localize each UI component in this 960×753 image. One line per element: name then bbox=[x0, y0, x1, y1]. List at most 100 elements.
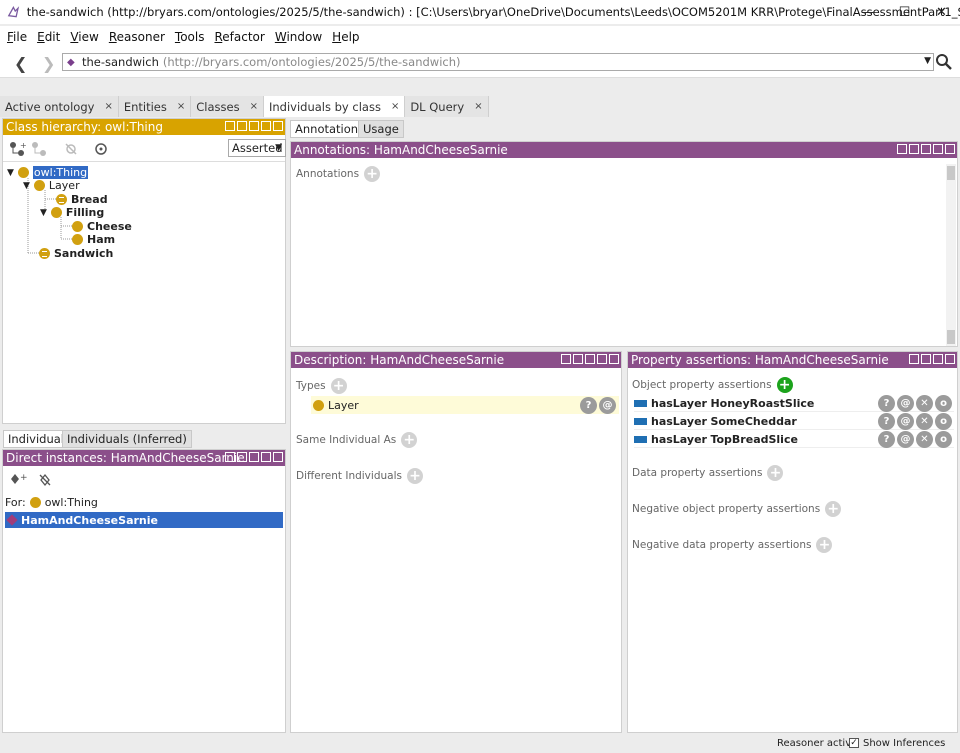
minimize-icon[interactable] bbox=[249, 452, 259, 462]
pin-icon[interactable] bbox=[909, 354, 919, 364]
minimize-button[interactable]: — bbox=[849, 0, 886, 24]
table-row[interactable]: hasLayer TopBreadSlice ? @ ✕ o bbox=[634, 431, 954, 448]
close-icon[interactable]: × bbox=[177, 101, 185, 112]
explain-icon[interactable]: ? bbox=[580, 397, 597, 414]
explain-icon[interactable]: ? bbox=[878, 395, 895, 412]
tree-node-layer[interactable]: ▼ Layer bbox=[23, 179, 80, 192]
close-icon[interactable]: × bbox=[250, 101, 258, 112]
scrollbar[interactable] bbox=[946, 164, 956, 346]
menu-help[interactable]: Help bbox=[327, 30, 364, 44]
svg-text:+: + bbox=[20, 473, 28, 483]
menu-reasoner[interactable]: Reasoner bbox=[104, 30, 170, 44]
add-sibling-icon[interactable] bbox=[31, 141, 49, 157]
add-annotation-icon[interactable]: + bbox=[364, 166, 381, 182]
maximize-icon[interactable] bbox=[597, 354, 607, 364]
table-row[interactable]: hasLayer SomeCheddar ? @ ✕ o bbox=[634, 413, 954, 430]
add-negative-data-property-icon[interactable]: + bbox=[816, 537, 833, 553]
add-subclass-icon[interactable]: + bbox=[9, 141, 27, 157]
add-type-icon[interactable]: + bbox=[330, 378, 347, 394]
delete-icon[interactable]: ✕ bbox=[916, 431, 933, 448]
minimize-icon[interactable] bbox=[921, 144, 931, 154]
close-icon[interactable] bbox=[945, 144, 955, 154]
add-data-property-icon[interactable]: + bbox=[767, 465, 784, 481]
add-object-property-icon[interactable]: + bbox=[776, 377, 793, 393]
show-inferences-checkbox[interactable]: ✓ bbox=[849, 738, 859, 748]
search-icon[interactable] bbox=[935, 53, 953, 71]
help-icon[interactable] bbox=[561, 354, 571, 364]
maximize-icon[interactable] bbox=[261, 121, 271, 131]
add-different-individual-icon[interactable]: + bbox=[406, 468, 423, 484]
back-arrow-icon[interactable]: ❮ bbox=[14, 54, 27, 73]
tab-individuals-by-class[interactable]: Individuals by class × bbox=[263, 96, 406, 117]
edit-icon[interactable]: o bbox=[935, 395, 952, 412]
menu-file[interactable]: File bbox=[2, 30, 32, 44]
explain-icon[interactable]: ? bbox=[878, 413, 895, 430]
close-icon[interactable] bbox=[273, 452, 283, 462]
close-icon[interactable]: × bbox=[391, 101, 399, 112]
close-icon[interactable] bbox=[609, 354, 619, 364]
add-individual-icon[interactable]: + bbox=[9, 472, 29, 488]
maximize-icon[interactable] bbox=[933, 354, 943, 364]
edit-icon[interactable]: o bbox=[935, 431, 952, 448]
tab-dl-query[interactable]: DL Query × bbox=[405, 96, 489, 117]
tab-classes[interactable]: Classes × bbox=[191, 96, 264, 117]
annotate-icon[interactable]: @ bbox=[897, 413, 914, 430]
tab-entities[interactable]: Entities × bbox=[118, 96, 192, 117]
dropdown-arrow-icon[interactable]: ▼ bbox=[924, 56, 931, 66]
menu-window[interactable]: Window bbox=[270, 30, 327, 44]
annotate-icon[interactable]: @ bbox=[897, 431, 914, 448]
minimize-icon[interactable] bbox=[249, 121, 259, 131]
tab-active-ontology[interactable]: Active ontology × bbox=[0, 96, 119, 117]
ontology-address-combo[interactable]: ◆ the-sandwich (http://bryars.com/ontolo… bbox=[62, 53, 934, 71]
tree-node-ham[interactable]: Ham bbox=[72, 233, 115, 246]
forward-arrow-icon[interactable]: ❯ bbox=[42, 54, 55, 73]
tree-node-bread[interactable]: Bread bbox=[56, 193, 108, 206]
list-item[interactable]: HamAndCheeseSarnie bbox=[5, 512, 283, 528]
tab-usage[interactable]: Usage bbox=[358, 120, 404, 138]
maximize-button[interactable]: ☐ bbox=[886, 0, 923, 24]
delete-icon[interactable]: ✕ bbox=[916, 413, 933, 430]
menu-edit[interactable]: Edit bbox=[32, 30, 65, 44]
tree-node-filling[interactable]: ▼ Filling bbox=[40, 206, 104, 219]
expand-triangle-icon[interactable]: ▼ bbox=[23, 181, 30, 191]
annotate-icon[interactable]: @ bbox=[599, 397, 616, 414]
minimize-icon[interactable] bbox=[585, 354, 595, 364]
menu-view[interactable]: View bbox=[65, 30, 103, 44]
type-row[interactable]: Layer ? @ bbox=[311, 396, 619, 414]
explain-icon[interactable]: ? bbox=[878, 431, 895, 448]
help-icon[interactable] bbox=[225, 121, 235, 131]
close-icon[interactable]: × bbox=[474, 101, 482, 112]
edit-icon[interactable]: o bbox=[935, 413, 952, 430]
maximize-icon[interactable] bbox=[261, 452, 271, 462]
delete-individual-icon[interactable] bbox=[37, 472, 53, 488]
expand-triangle-icon[interactable]: ▼ bbox=[7, 168, 14, 178]
pin-icon[interactable] bbox=[237, 452, 247, 462]
menu-tools[interactable]: Tools bbox=[170, 30, 210, 44]
close-button[interactable]: ✕ bbox=[923, 0, 960, 24]
pin-icon[interactable] bbox=[909, 144, 919, 154]
add-negative-object-property-icon[interactable]: + bbox=[825, 501, 842, 517]
direct-instances-panel: Direct instances: HamAndCheeseSarnie + F… bbox=[2, 449, 286, 733]
help-icon[interactable] bbox=[897, 144, 907, 154]
add-same-individual-icon[interactable]: + bbox=[401, 432, 418, 448]
hierarchy-mode-select[interactable]: Asserted ▼ bbox=[228, 139, 286, 157]
tree-node-cheese[interactable]: Cheese bbox=[72, 220, 132, 233]
table-row[interactable]: hasLayer HoneyRoastSlice ? @ ✕ o bbox=[634, 395, 954, 412]
tree-node-owl-thing[interactable]: ▼ owl:Thing bbox=[7, 166, 89, 179]
close-icon[interactable]: × bbox=[104, 101, 112, 112]
delete-icon[interactable]: ✕ bbox=[916, 395, 933, 412]
menu-refactor[interactable]: Refactor bbox=[209, 30, 269, 44]
help-icon[interactable] bbox=[225, 452, 235, 462]
delete-class-icon[interactable] bbox=[63, 141, 79, 157]
maximize-icon[interactable] bbox=[933, 144, 943, 154]
pin-icon[interactable] bbox=[573, 354, 583, 364]
close-icon[interactable] bbox=[945, 354, 955, 364]
annotate-icon[interactable]: @ bbox=[897, 395, 914, 412]
target-icon[interactable] bbox=[93, 141, 109, 157]
tree-node-sandwich[interactable]: Sandwich bbox=[39, 247, 113, 260]
minimize-icon[interactable] bbox=[921, 354, 931, 364]
pin-icon[interactable] bbox=[237, 121, 247, 131]
expand-triangle-icon[interactable]: ▼ bbox=[40, 208, 47, 218]
close-icon[interactable] bbox=[273, 121, 283, 131]
tab-individuals-inferred[interactable]: Individuals (Inferred) bbox=[62, 430, 192, 448]
